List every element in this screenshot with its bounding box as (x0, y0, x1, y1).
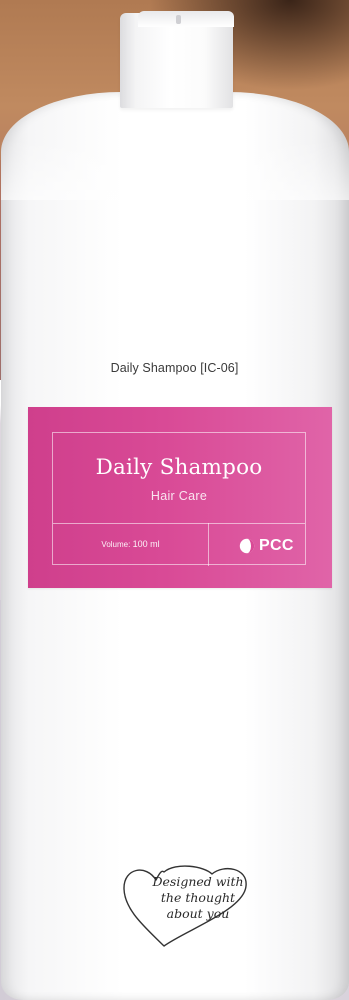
label-frame: Daily Shampoo Hair Care Volume: 100 ml P… (52, 432, 306, 566)
brand-logo: PCC (239, 537, 294, 555)
pcc-logo-icon (239, 538, 255, 554)
label-subtitle: Hair Care (150, 489, 208, 503)
label-divider-horizontal (53, 523, 305, 524)
product-label: Daily Shampoo Hair Care Volume: 100 ml P… (28, 407, 332, 588)
badge-line-3: about you (166, 906, 230, 921)
product-code: Daily Shampoo [IC-06] (110, 361, 239, 375)
bottle-cap (120, 13, 233, 108)
label-divider-vertical (208, 523, 209, 566)
badge-line-1: Designed with (152, 874, 244, 889)
heart-badge: Designed with the thought about you (116, 858, 252, 952)
bottle-cap-top (138, 11, 234, 27)
volume-value: 100 ml (132, 539, 160, 549)
bottle-cap-notch (176, 15, 181, 24)
volume-label: Volume: (101, 540, 131, 549)
brand-name: PCC (259, 537, 294, 554)
badge-line-2: the thought (160, 890, 236, 905)
badge-text: Designed with the thought about you (146, 874, 250, 922)
label-title: Daily Shampoo (95, 455, 263, 480)
label-volume: Volume: 100 ml (53, 539, 208, 549)
